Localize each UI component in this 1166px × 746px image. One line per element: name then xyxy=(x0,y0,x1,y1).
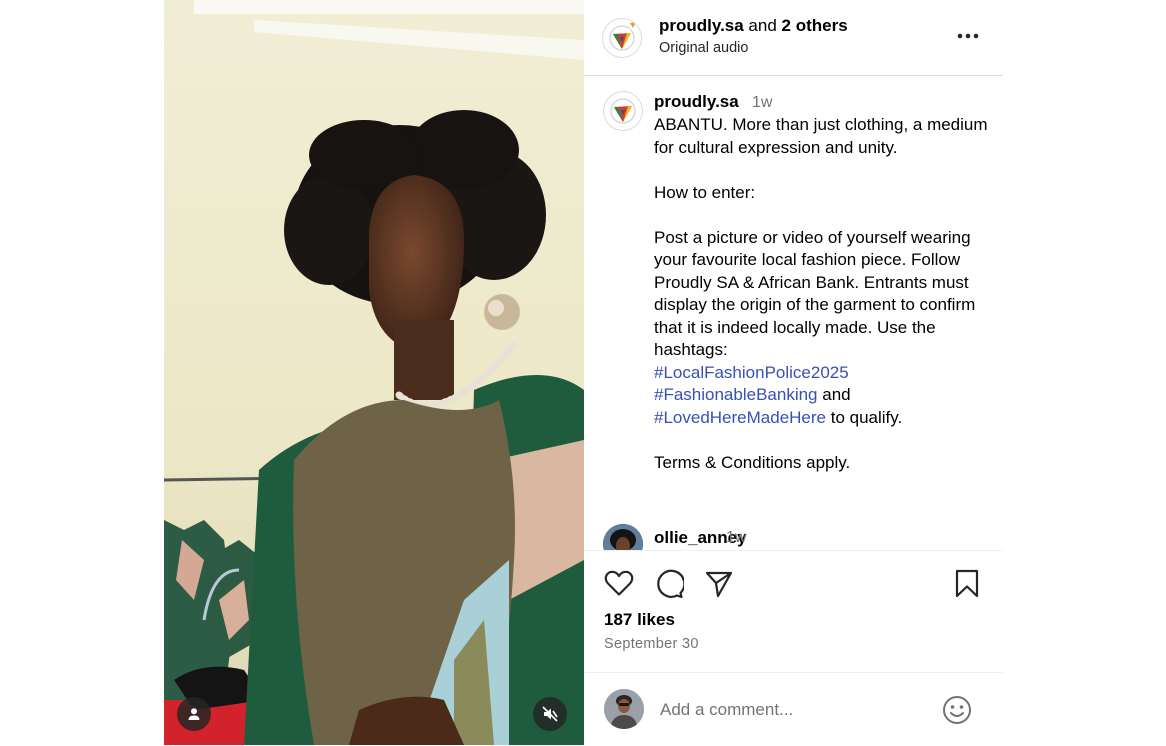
comment-button[interactable] xyxy=(654,569,686,604)
mute-toggle-button[interactable] xyxy=(533,697,567,731)
caption-text: ABANTU. More than just clothing, a mediu… xyxy=(654,114,994,474)
post-date[interactable]: September 30 xyxy=(604,636,699,652)
post-actions: 187 likes September 30 xyxy=(584,550,1003,661)
author-avatar[interactable] xyxy=(602,18,642,58)
add-comment-section xyxy=(584,672,1003,746)
user-tag-icon xyxy=(188,708,200,720)
post-details-panel: proudly.sa and 2 others Original audio p… xyxy=(584,0,1003,745)
current-user-photo xyxy=(604,689,644,729)
proudly-sa-logo xyxy=(610,98,636,124)
post-header: proudly.sa and 2 others Original audio xyxy=(584,0,1003,76)
like-button[interactable] xyxy=(604,569,634,602)
commenter-photo xyxy=(603,524,643,550)
caption-joiner: and xyxy=(817,385,851,404)
author-username[interactable]: proudly.sa xyxy=(659,16,744,35)
paper-plane-icon xyxy=(705,571,733,598)
speaker-muted-icon xyxy=(542,706,558,722)
likes-count[interactable]: 187 likes xyxy=(604,610,675,630)
post-media[interactable] xyxy=(164,0,584,745)
collab-badge-icon xyxy=(628,20,638,30)
caption-username[interactable]: proudly.sa xyxy=(654,92,739,112)
current-user-avatar xyxy=(604,689,644,729)
post-photo xyxy=(164,0,584,745)
caption-timestamp[interactable]: 1w xyxy=(752,94,772,112)
post-authors[interactable]: proudly.sa and 2 others xyxy=(659,16,848,36)
bookmark-icon xyxy=(955,569,979,598)
hashtag-link[interactable]: #FashionableBanking xyxy=(654,385,818,404)
more-options-button[interactable] xyxy=(954,24,982,48)
emoji-smile-icon xyxy=(943,696,971,724)
hashtag-link[interactable]: #LovedHereMadeHere xyxy=(654,408,826,427)
authors-joiner: and xyxy=(743,16,782,35)
tagged-users-button[interactable] xyxy=(177,697,211,731)
comment-timestamp[interactable]: 1w xyxy=(726,529,746,547)
comment-bubble-icon xyxy=(657,569,686,599)
comment-input[interactable] xyxy=(660,697,930,723)
audio-label[interactable]: Original audio xyxy=(659,40,748,56)
hashtag-link[interactable]: #LocalFashionPolice2025 xyxy=(654,363,849,382)
more-horizontal-icon xyxy=(957,33,979,39)
save-button[interactable] xyxy=(954,569,980,604)
heart-icon xyxy=(604,570,634,596)
caption-and-comments[interactable]: proudly.sa 1w ABANTU. More than just clo… xyxy=(584,76,1003,550)
caption-author-avatar[interactable] xyxy=(603,91,643,131)
caption-body: ABANTU. More than just clothing, a mediu… xyxy=(654,115,988,359)
commenter-avatar[interactable] xyxy=(603,524,643,550)
emoji-button[interactable] xyxy=(942,695,972,730)
coauthors-link[interactable]: 2 others xyxy=(782,16,848,35)
share-button[interactable] xyxy=(705,570,733,603)
